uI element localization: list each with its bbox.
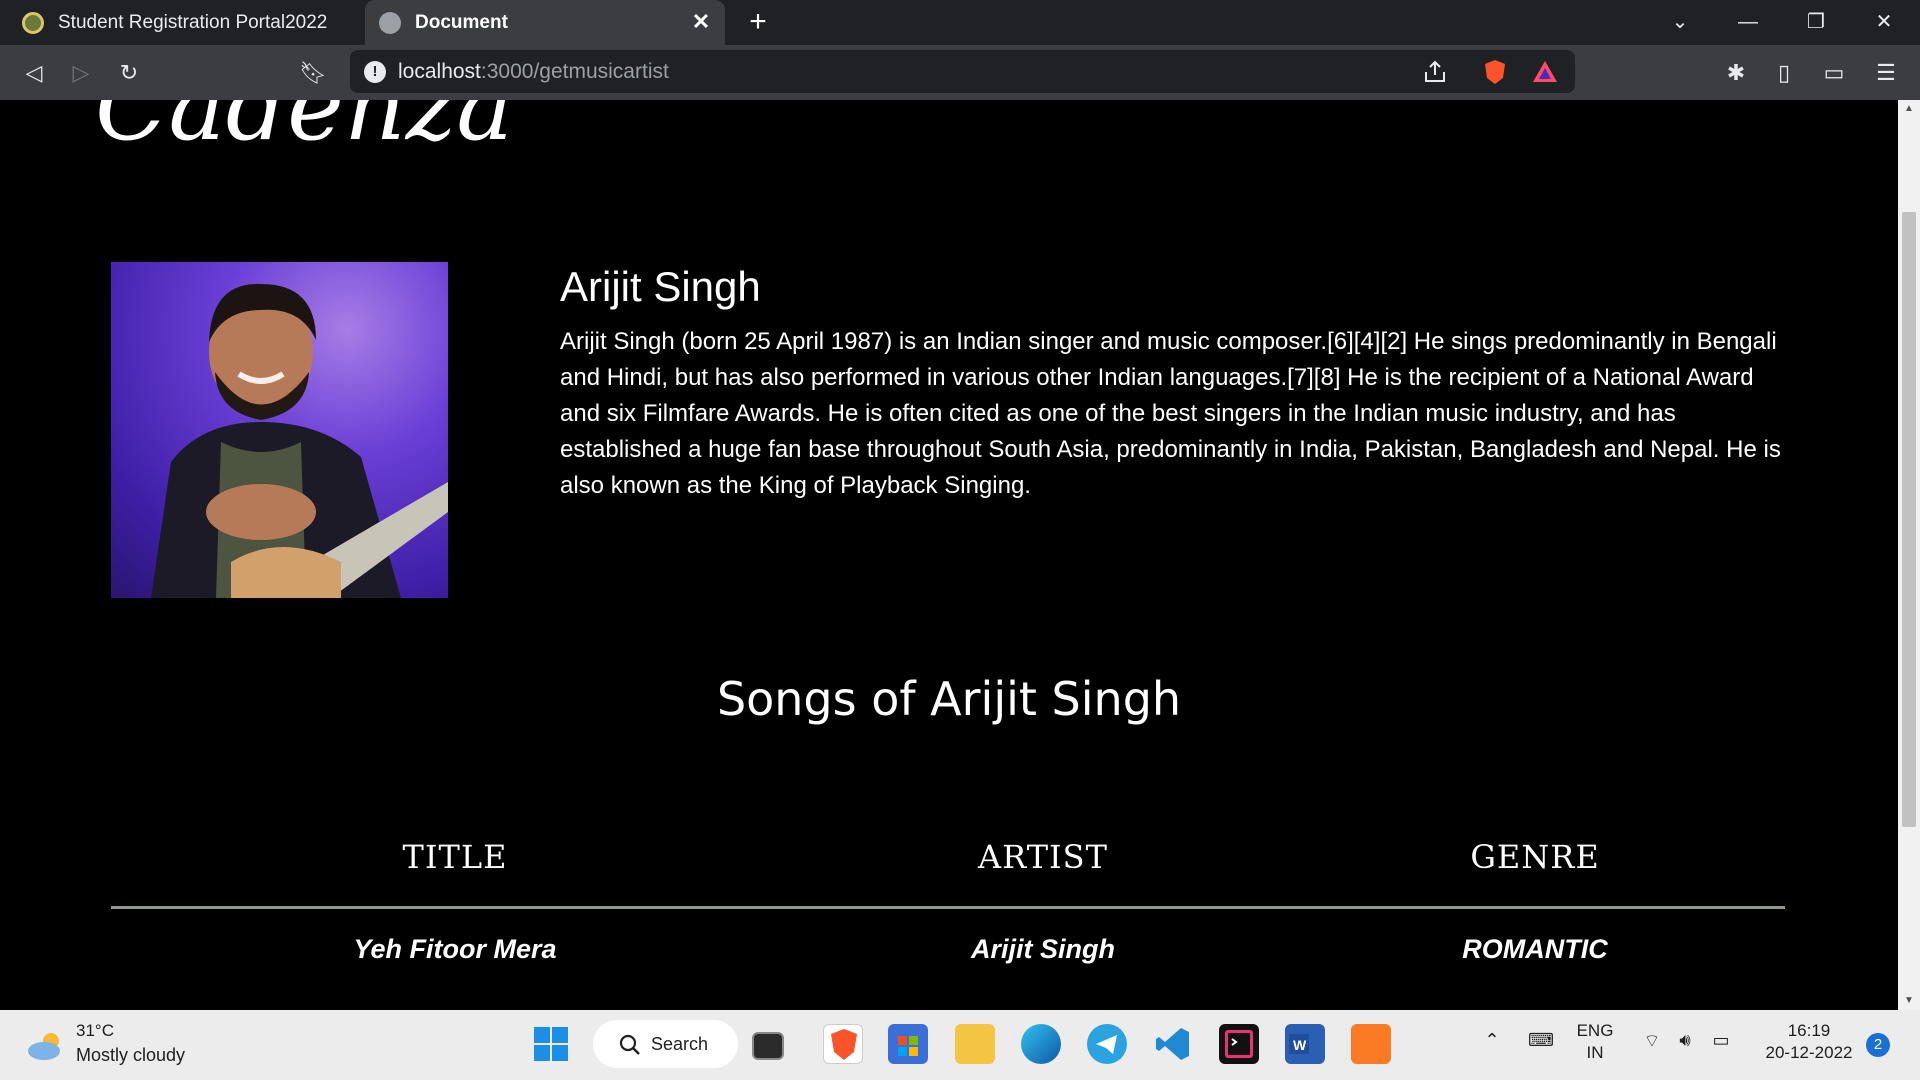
microsoft-store-icon[interactable] bbox=[888, 1024, 928, 1064]
site-logo: Cadenza bbox=[95, 100, 514, 162]
weather-description: Mostly cloudy bbox=[76, 1045, 186, 1065]
clock-time: 16:19 bbox=[1787, 1021, 1831, 1040]
battery-icon[interactable]: ▭ bbox=[1708, 1030, 1734, 1051]
clock[interactable]: 16:19 20-12-2022 bbox=[1754, 1021, 1864, 1063]
brave-rewards-icon[interactable] bbox=[1530, 58, 1560, 86]
brave-browser-taskbar-icon[interactable] bbox=[823, 1024, 863, 1064]
search-label: Search bbox=[651, 1034, 709, 1054]
scroll-up-arrow-icon[interactable]: ▲ bbox=[1898, 100, 1920, 118]
svg-text:W: W bbox=[1293, 1037, 1307, 1053]
song-genre-cell: ROMANTIC bbox=[1462, 934, 1608, 964]
browser-toolbar: ◁ ▷ ↻ 🔖︎ ! localhost:3000/getmusicartist… bbox=[0, 45, 1920, 100]
site-info-icon[interactable]: ! bbox=[364, 61, 386, 83]
language-indicator[interactable]: ENG IN bbox=[1574, 1021, 1616, 1063]
clock-date: 20-12-2022 bbox=[1765, 1043, 1853, 1062]
back-button[interactable]: ◁ bbox=[16, 55, 52, 91]
page-content: Cadenza Arijit Singh Arijit Singh (born … bbox=[0, 100, 1898, 1010]
url-text: localhost:3000/getmusicartist bbox=[398, 60, 669, 83]
tab-document[interactable]: Document ✕ bbox=[365, 0, 725, 45]
word-icon[interactable]: W bbox=[1285, 1024, 1325, 1064]
xampp-icon[interactable] bbox=[1351, 1024, 1391, 1064]
edge-browser-icon[interactable] bbox=[1021, 1024, 1061, 1064]
artist-bio: Arijit Singh (born 25 April 1987) is an … bbox=[560, 328, 1781, 499]
artist-name: Arijit Singh bbox=[560, 263, 761, 310]
songs-heading: Songs of Arijit Singh bbox=[716, 672, 1182, 726]
wallet-icon[interactable]: ▭ bbox=[1816, 55, 1852, 91]
song-title-cell: Yeh Fitoor Mera bbox=[353, 934, 557, 964]
table-header-artist: ARTIST bbox=[978, 838, 1108, 876]
tab-strip: Student Registration Portal2022 Document… bbox=[0, 0, 1920, 45]
reload-button[interactable]: ↻ bbox=[111, 55, 147, 91]
tab-title: Document bbox=[415, 11, 508, 33]
show-hidden-icons-chevron-icon[interactable]: ⌃ bbox=[1480, 1030, 1504, 1051]
table-header-title: TITLE bbox=[402, 838, 508, 876]
artist-photo bbox=[111, 262, 448, 598]
task-view-icon[interactable] bbox=[752, 1032, 784, 1060]
wifi-icon[interactable]: ⌔ bbox=[1640, 1030, 1664, 1053]
new-tab-button[interactable]: + bbox=[742, 6, 774, 38]
page-scrollbar[interactable]: ▲ ▼ bbox=[1898, 100, 1920, 1010]
tab-title: Student Registration Portal2022 bbox=[58, 11, 328, 33]
site-favicon-icon bbox=[22, 11, 44, 34]
menu-icon[interactable]: ☰ bbox=[1868, 55, 1904, 91]
extensions-icon[interactable]: ✱ bbox=[1718, 55, 1754, 91]
tab-search-chevron-icon[interactable]: ⌄ bbox=[1660, 6, 1700, 38]
notification-badge[interactable]: 2 bbox=[1866, 1033, 1890, 1057]
telegram-icon[interactable] bbox=[1087, 1024, 1127, 1064]
scroll-down-arrow-icon[interactable]: ▼ bbox=[1898, 992, 1920, 1010]
scroll-thumb[interactable] bbox=[1902, 212, 1916, 827]
forward-button[interactable]: ▷ bbox=[63, 55, 99, 91]
close-tab-icon[interactable]: ✕ bbox=[689, 10, 713, 34]
share-icon[interactable] bbox=[1420, 58, 1450, 86]
weather-temperature: 31°C bbox=[76, 1021, 114, 1040]
minimize-button[interactable]: — bbox=[1728, 6, 1768, 38]
search-icon bbox=[619, 1034, 640, 1055]
keyboard-icon[interactable]: ⌨ bbox=[1524, 1030, 1558, 1051]
table-header-genre: GENRE bbox=[1470, 838, 1600, 876]
address-bar[interactable]: ! localhost:3000/getmusicartist bbox=[350, 50, 1575, 93]
brave-shields-icon[interactable] bbox=[1480, 58, 1510, 86]
table-divider bbox=[111, 906, 1785, 909]
vscode-icon[interactable] bbox=[1153, 1024, 1193, 1064]
restore-button[interactable]: ❐ bbox=[1796, 6, 1836, 38]
song-artist-cell: Arijit Singh bbox=[971, 934, 1115, 964]
volume-icon[interactable]: 🔊︎ bbox=[1672, 1030, 1698, 1051]
close-window-button[interactable]: ✕ bbox=[1864, 6, 1904, 38]
sidebar-icon[interactable]: ▯ bbox=[1766, 55, 1802, 91]
windows-start-icon[interactable] bbox=[533, 1026, 569, 1062]
taskbar-search[interactable]: Search bbox=[593, 1020, 738, 1068]
terminal-icon[interactable] bbox=[1219, 1024, 1259, 1064]
cloud-sun-icon bbox=[28, 1033, 60, 1060]
tab-student-registration[interactable]: Student Registration Portal2022 bbox=[8, 0, 363, 45]
file-explorer-icon[interactable] bbox=[955, 1024, 995, 1064]
globe-icon bbox=[379, 11, 401, 34]
bookmark-icon[interactable]: 🔖︎ bbox=[295, 55, 331, 91]
